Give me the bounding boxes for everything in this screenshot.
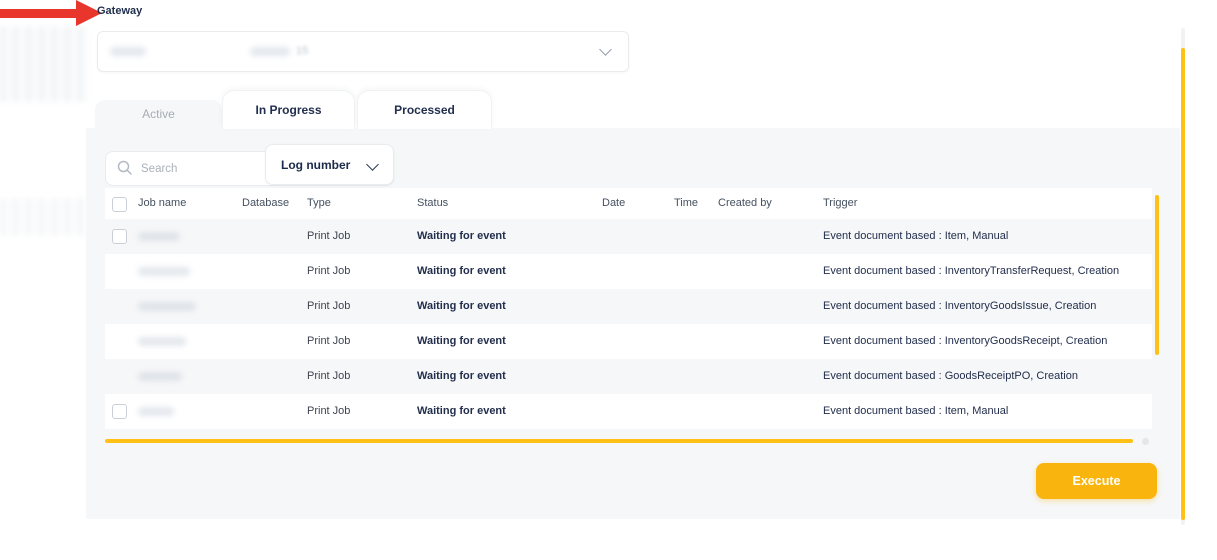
search-input[interactable]: [139, 153, 283, 184]
table-horizontal-scrollbar[interactable]: [105, 439, 1133, 443]
cell-status: Waiting for event: [417, 230, 506, 242]
cell-status: Waiting for event: [417, 370, 506, 382]
execute-label: Execute: [1073, 474, 1121, 488]
row-checkbox[interactable]: [112, 229, 127, 244]
search-icon: [117, 160, 133, 176]
table-row[interactable]: Print Job Waiting for event Event docume…: [105, 219, 1152, 254]
gateway-label: Gateway: [97, 5, 142, 17]
cell-type: Print Job: [307, 405, 350, 417]
redacted-text-fragment: 15: [296, 45, 308, 57]
log-number-label: Log number: [281, 158, 350, 172]
cell-type: Print Job: [307, 265, 350, 277]
redacted-text: [250, 47, 290, 56]
tab-active[interactable]: Active: [95, 100, 222, 128]
col-trigger: Trigger: [823, 197, 857, 209]
background-blur-stripes: [0, 198, 88, 236]
cell-status: Waiting for event: [417, 405, 506, 417]
col-type: Type: [307, 197, 331, 209]
background-blur-stripes: [0, 26, 88, 102]
cell-trigger: Event document based : InventoryTransfer…: [823, 265, 1119, 277]
tab-label: Active: [142, 107, 175, 121]
table-vertical-scrollbar[interactable]: [1155, 195, 1159, 355]
cell-type: Print Job: [307, 335, 350, 347]
row-checkbox[interactable]: [112, 404, 127, 419]
redacted-job-name: [138, 407, 174, 416]
arrow-shaft: [0, 9, 78, 18]
table-row[interactable]: Print Job Waiting for event Event docume…: [105, 254, 1152, 289]
log-number-dropdown[interactable]: Log number: [265, 144, 394, 185]
redacted-job-name: [138, 302, 196, 311]
cell-trigger: Event document based : GoodsReceiptPO, C…: [823, 370, 1078, 382]
tab-label: In Progress: [255, 103, 321, 117]
cell-status: Waiting for event: [417, 265, 506, 277]
redacted-job-name: [138, 267, 190, 276]
tab-in-progress[interactable]: In Progress: [222, 90, 355, 129]
cell-status: Waiting for event: [417, 335, 506, 347]
table-row[interactable]: Print Job Waiting for event Event docume…: [105, 359, 1152, 394]
execute-button[interactable]: Execute: [1036, 463, 1157, 499]
tab-label: Processed: [394, 103, 455, 117]
cell-type: Print Job: [307, 300, 350, 312]
col-time: Time: [674, 197, 698, 209]
gateway-select[interactable]: 15: [97, 31, 629, 72]
select-all-checkbox[interactable]: [112, 197, 127, 212]
table-row[interactable]: Print Job Waiting for event Event docume…: [105, 289, 1152, 324]
redacted-job-name: [138, 337, 186, 346]
redacted-job-name: [138, 232, 180, 241]
chevron-down-icon: [366, 158, 379, 171]
redacted-job-name: [138, 372, 182, 381]
page-scrollbar-thumb[interactable]: [1181, 48, 1185, 520]
cell-trigger: Event document based : Item, Manual: [823, 230, 1008, 242]
cell-type: Print Job: [307, 230, 350, 242]
cell-trigger: Event document based : InventoryGoodsIss…: [823, 300, 1096, 312]
tab-processed[interactable]: Processed: [357, 90, 492, 129]
redacted-text: [110, 47, 146, 56]
col-date: Date: [602, 197, 625, 209]
cell-status: Waiting for event: [417, 300, 506, 312]
col-status: Status: [417, 197, 448, 209]
col-database: Database: [242, 197, 289, 209]
cell-trigger: Event document based : Item, Manual: [823, 405, 1008, 417]
scrollbar-corner: [1142, 438, 1149, 445]
table-row[interactable]: Print Job Waiting for event Event docume…: [105, 324, 1152, 359]
table-row[interactable]: Print Job Waiting for event Event docume…: [105, 394, 1152, 429]
cell-type: Print Job: [307, 370, 350, 382]
cell-trigger: Event document based : InventoryGoodsRec…: [823, 335, 1107, 347]
col-created-by: Created by: [718, 197, 772, 209]
col-job-name: Job name: [138, 197, 186, 209]
gateway-page: Gateway 15 Active In Progress Processed …: [0, 0, 1217, 560]
table-header: Job name Database Type Status Date Time …: [105, 188, 1152, 219]
